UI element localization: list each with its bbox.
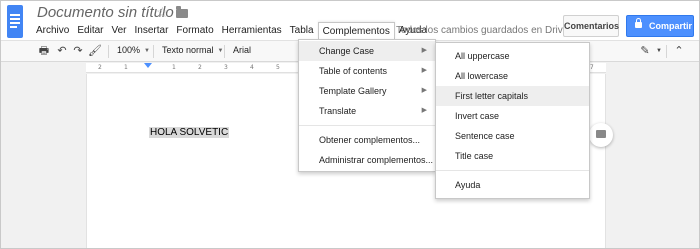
add-comment-icon[interactable]	[589, 123, 613, 147]
ruler-number: 1	[172, 64, 176, 71]
menu-herramientas[interactable]: Herramientas	[218, 22, 286, 39]
header: Documento sin título ☆ Archivo Editar Ve…	[1, 1, 699, 40]
font-select[interactable]: Arial	[233, 45, 251, 55]
lock-icon	[635, 18, 642, 28]
menu-item-get-addons[interactable]: Obtener complementos...	[299, 130, 435, 150]
submenu-item-title-case[interactable]: Title case	[436, 146, 589, 166]
zoom-value: 100%	[117, 45, 141, 55]
font-value: Arial	[233, 45, 252, 55]
complementos-menu: Change Case ▶ Table of contents ▶ Templa…	[298, 39, 436, 172]
chevron-right-icon: ▶	[421, 67, 427, 74]
star-icon[interactable]: ☆	[156, 4, 169, 21]
paint-format-icon[interactable]: 🖌	[88, 44, 102, 58]
menu-item-label: Template Gallery	[319, 86, 387, 96]
menu-editar[interactable]: Editar	[73, 22, 107, 39]
document-title[interactable]: Documento sin título	[37, 4, 174, 21]
style-value: Texto normal	[162, 45, 214, 55]
menu-divider	[299, 125, 435, 126]
menu-formato[interactable]: Formato	[172, 22, 217, 39]
menu-bar: Archivo Editar Ver Insertar Formato Herr…	[32, 22, 431, 39]
menu-ver[interactable]: Ver	[107, 22, 130, 39]
selected-text[interactable]: HOLA SOLVETIC	[149, 127, 230, 138]
folder-icon[interactable]	[176, 6, 188, 18]
menu-archivo[interactable]: Archivo	[32, 22, 73, 39]
submenu-item-all-uppercase[interactable]: All uppercase	[436, 46, 589, 66]
menu-tabla[interactable]: Tabla	[286, 22, 318, 39]
ruler-number: 2	[98, 64, 102, 71]
submenu-item-sentence-case[interactable]: Sentence case	[436, 126, 589, 146]
share-button[interactable]: Compartir	[626, 15, 694, 37]
submenu-item-invert-case[interactable]: Invert case	[436, 106, 589, 126]
print-icon[interactable]: 🖶	[37, 44, 51, 58]
chevron-right-icon: ▶	[421, 47, 427, 54]
chevron-down-icon[interactable]: ▼	[652, 44, 666, 58]
chevron-right-icon: ▶	[421, 87, 427, 94]
menu-item-translate[interactable]: Translate ▶	[299, 101, 435, 121]
submenu-item-first-letter-capitals[interactable]: First letter capitals	[436, 86, 589, 106]
ruler-number: 2	[198, 64, 202, 71]
indent-marker-icon[interactable]	[144, 63, 152, 68]
undo-icon[interactable]: ↶	[55, 44, 69, 58]
style-select[interactable]: Texto normal ▼	[162, 45, 223, 55]
menu-item-template-gallery[interactable]: Template Gallery ▶	[299, 81, 435, 101]
ruler-number: 3	[224, 64, 228, 71]
ruler-number: 5	[276, 64, 280, 71]
share-label: Compartir	[649, 21, 693, 31]
docs-logo-icon[interactable]	[7, 5, 23, 38]
redo-icon[interactable]: ↷	[71, 44, 85, 58]
menu-item-label: Change Case	[319, 46, 375, 56]
ruler-number: 1	[124, 64, 128, 71]
collapse-icon[interactable]: ⌃	[672, 44, 686, 58]
chevron-down-icon: ▼	[144, 48, 150, 54]
zoom-select[interactable]: 100% ▼	[117, 45, 150, 55]
menu-item-manage-addons[interactable]: Administrar complementos...	[299, 150, 435, 170]
menu-complementos[interactable]: Complementos	[317, 22, 395, 39]
comments-button[interactable]: Comentarios	[563, 15, 619, 37]
pencil-icon[interactable]: ✎	[638, 44, 652, 58]
menu-divider	[436, 170, 589, 171]
menu-item-change-case[interactable]: Change Case ▶	[299, 41, 435, 61]
ruler-number: 4	[250, 64, 254, 71]
menu-item-label: Translate	[319, 106, 357, 116]
menu-insertar[interactable]: Insertar	[131, 22, 173, 39]
menu-item-label: Table of contents	[319, 66, 388, 76]
chevron-down-icon: ▼	[217, 48, 224, 54]
submenu-item-all-lowercase[interactable]: All lowercase	[436, 66, 589, 86]
chevron-right-icon: ▶	[421, 107, 427, 114]
menu-item-table-of-contents[interactable]: Table of contents ▶	[299, 61, 435, 81]
app-window: Documento sin título ☆ Archivo Editar Ve…	[0, 0, 700, 249]
change-case-submenu: All uppercase All lowercase First letter…	[435, 42, 590, 199]
submenu-item-help[interactable]: Ayuda	[436, 175, 589, 195]
saved-status[interactable]: Todos los cambios guardados en Drive	[396, 25, 568, 36]
